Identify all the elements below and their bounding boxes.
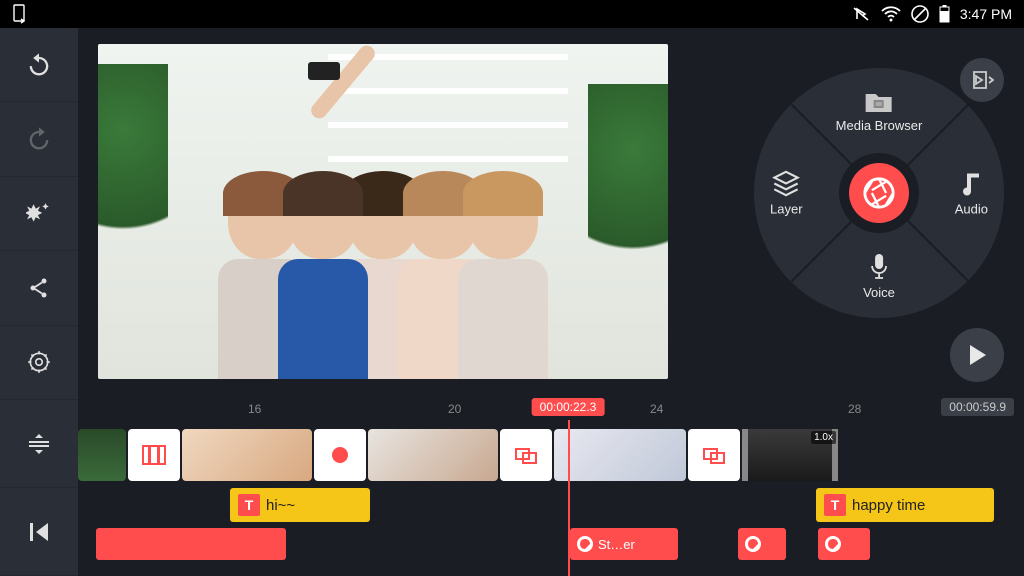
wifi-icon [881,6,901,22]
ruler-tick: 28 [848,402,861,416]
transition-clip[interactable] [314,429,366,481]
timeline[interactable]: 16 20 24 28 00:00:22.3 00:00:59.9 1.0x T… [78,400,1024,576]
transition-clip[interactable] [500,429,552,481]
settings-button[interactable] [0,326,78,400]
left-toolbar [0,28,78,400]
play-icon [966,343,988,367]
media-browser-label: Media Browser [836,118,923,133]
text-icon: T [238,494,260,516]
status-bar: 3:47 PM [0,0,1024,28]
timeline-toolbar [0,400,78,576]
voice-button[interactable]: Voice [863,253,895,300]
capture-button-ring [839,153,919,233]
text-icon: T [824,494,846,516]
sticker-clip[interactable] [818,528,870,560]
video-clip[interactable] [78,429,126,481]
undo-button[interactable] [0,28,78,102]
layer-button[interactable]: Layer [770,170,803,217]
sticker-icon [744,535,762,553]
video-clip[interactable] [368,429,498,481]
battery-icon [939,5,950,23]
sticker-label: St…er [598,537,635,552]
mic-icon [869,253,889,281]
current-time-badge: 00:00:22.3 [532,398,605,416]
capture-button[interactable] [849,163,909,223]
orientation-icon [12,4,28,24]
vibrate-icon [851,5,871,23]
media-browser-button[interactable]: Media Browser [836,88,923,133]
video-track[interactable]: 1.0x [78,426,1024,484]
audio-label: Audio [955,202,988,217]
speed-badge: 1.0x [811,431,836,444]
ruler-tick: 24 [650,402,663,416]
play-button[interactable] [950,328,1004,382]
layer-label: Layer [770,202,803,217]
track-expand-button[interactable] [0,400,78,488]
video-clip[interactable]: 1.0x [742,429,838,481]
total-time-badge: 00:00:59.9 [941,398,1014,416]
text-track[interactable]: Thi~~ Thappy time [78,488,1024,522]
text-clip[interactable]: Thappy time [816,488,994,522]
voice-label: Voice [863,285,895,300]
jump-start-button[interactable] [0,488,78,576]
effects-button[interactable] [0,177,78,251]
preview-canvas[interactable] [98,44,668,379]
right-panel: Media Browser Layer Audio Voice [744,28,1024,400]
redo-button [0,102,78,176]
sticker-clip[interactable] [738,528,786,560]
preview-area [78,28,744,400]
video-clip[interactable] [554,429,686,481]
sticker-clip[interactable]: St…er [570,528,678,560]
share-button[interactable] [0,251,78,325]
action-wheel: Media Browser Layer Audio Voice [754,68,1004,318]
transition-clip[interactable] [128,429,180,481]
overlay-track[interactable]: St…er [78,528,1024,562]
sticker-icon [824,535,842,553]
music-icon [959,170,983,198]
audio-button[interactable]: Audio [955,170,988,217]
ruler-tick: 20 [448,402,461,416]
overlay-clip[interactable] [96,528,286,560]
playhead[interactable] [568,420,570,576]
text-clip-label: hi~~ [266,497,295,514]
ruler-tick: 16 [248,402,261,416]
transition-clip[interactable] [688,429,740,481]
no-sim-icon [911,5,929,23]
text-clip-label: happy time [852,497,925,514]
text-clip[interactable]: Thi~~ [230,488,370,522]
folder-icon [864,88,894,114]
sticker-icon [576,535,594,553]
layers-icon [772,170,800,198]
clock: 3:47 PM [960,6,1012,22]
video-clip[interactable] [182,429,312,481]
aperture-icon [862,176,896,210]
